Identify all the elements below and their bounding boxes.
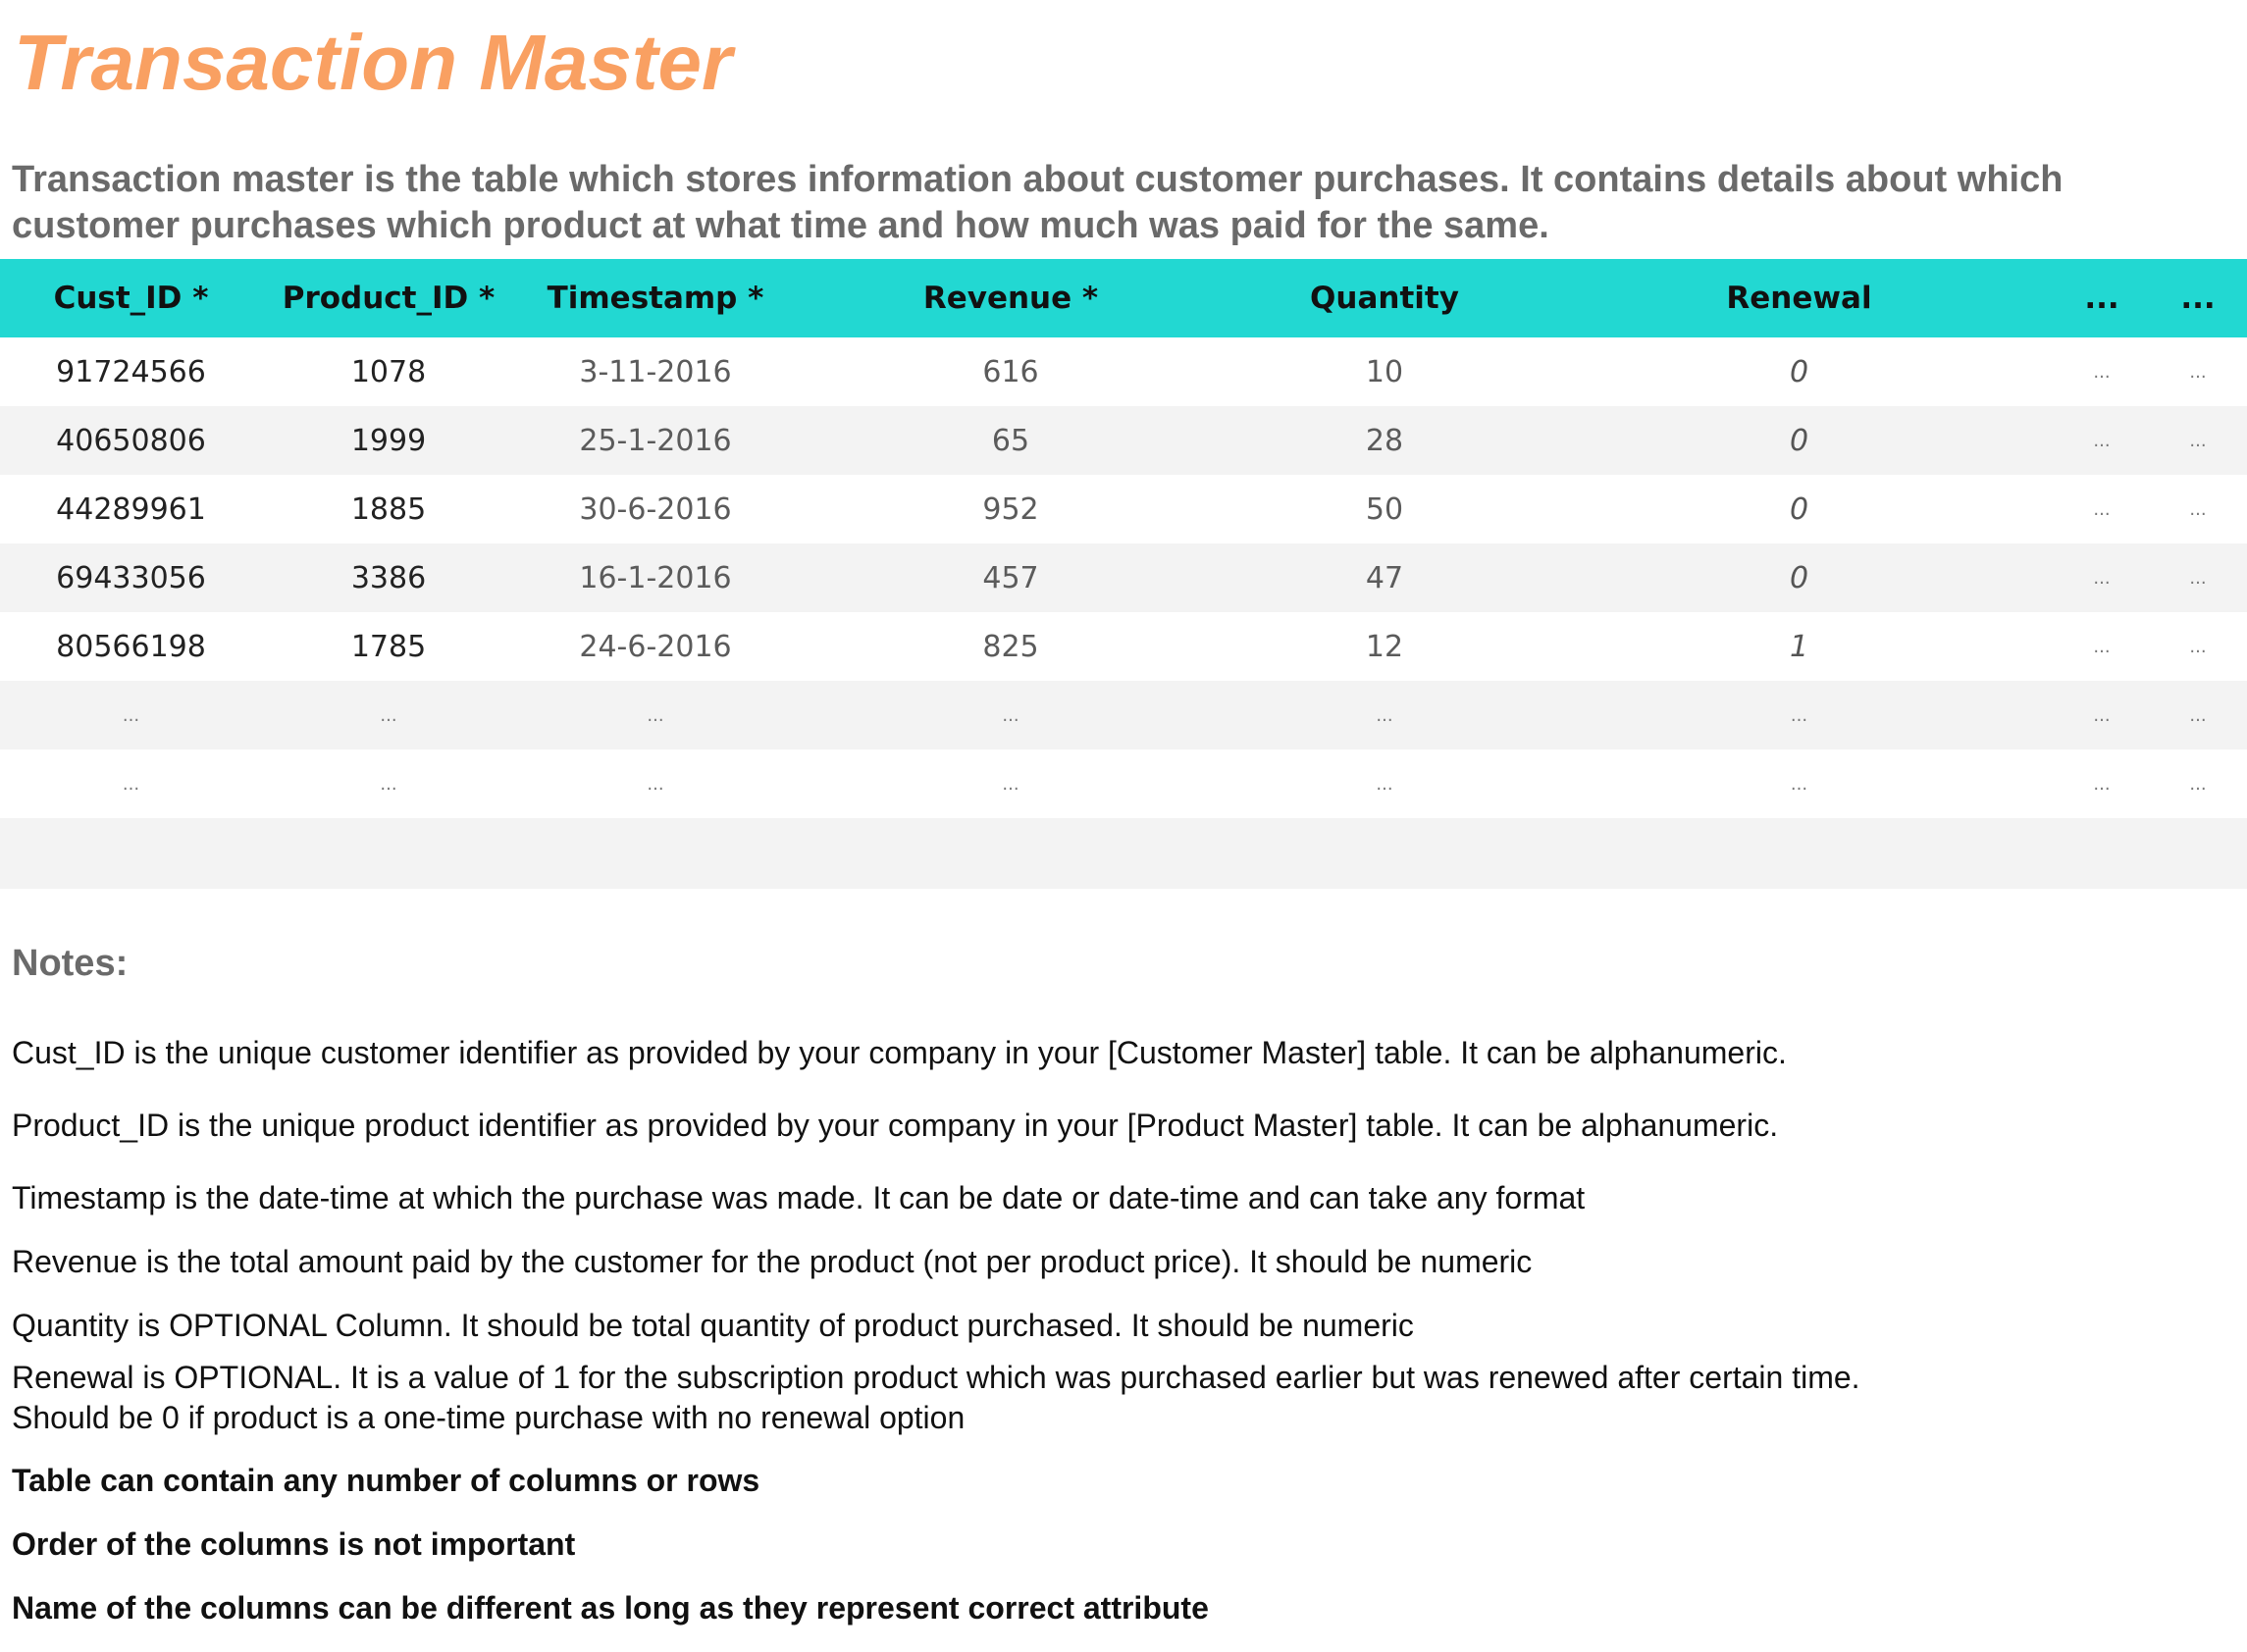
- cell-revenue: 825: [796, 612, 1226, 681]
- table-row: 80566198 1785 24-6-2016 825 12 1 ... ...: [0, 612, 2247, 681]
- cell-timestamp: 25-1-2016: [515, 406, 796, 475]
- cell-revenue: 952: [796, 475, 1226, 543]
- cell-ellipsis: ...: [262, 749, 515, 818]
- table-row: 40650806 1999 25-1-2016 65 28 0 ... ...: [0, 406, 2247, 475]
- cell-more-2: ...: [2149, 337, 2247, 406]
- cell-ellipsis: ...: [1226, 749, 1543, 818]
- column-header-renewal: Renewal: [1543, 259, 2055, 337]
- table-row: 44289961 1885 30-6-2016 952 50 0 ... ...: [0, 475, 2247, 543]
- cell-cust-id: 80566198: [0, 612, 262, 681]
- cell-renewal: 0: [1543, 406, 2055, 475]
- cell-product-id: 1078: [262, 337, 515, 406]
- cell-more-1: ...: [2055, 612, 2149, 681]
- table-row: 91724566 1078 3-11-2016 616 10 0 ... ...: [0, 337, 2247, 406]
- cell-ellipsis: ...: [262, 681, 515, 749]
- column-header-cust-id: Cust_ID *: [0, 259, 262, 337]
- note-any-columns: Table can contain any number of columns …: [12, 1463, 760, 1498]
- cell-renewal: 0: [1543, 543, 2055, 612]
- cell-renewal: 0: [1543, 475, 2055, 543]
- table-header-row: Cust_ID * Product_ID * Timestamp * Reven…: [0, 259, 2247, 337]
- page-title: Transaction Master: [14, 19, 733, 106]
- column-header-quantity: Quantity: [1226, 259, 1543, 337]
- cell-quantity: 47: [1226, 543, 1543, 612]
- cell-cust-id: 91724566: [0, 337, 262, 406]
- cell-ellipsis: ...: [2149, 749, 2247, 818]
- cell-ellipsis: ...: [0, 681, 262, 749]
- cell-ellipsis: ...: [2055, 681, 2149, 749]
- cell-ellipsis: ...: [1543, 681, 2055, 749]
- note-renewal: Renewal is OPTIONAL. It is a value of 1 …: [12, 1360, 1860, 1395]
- note-renewal-continued: Should be 0 if product is a one-time pur…: [12, 1400, 966, 1435]
- cell-more-2: ...: [2149, 406, 2247, 475]
- cell-ellipsis: ...: [796, 749, 1226, 818]
- column-header-more-2: ...: [2149, 259, 2247, 337]
- cell-timestamp: 24-6-2016: [515, 612, 796, 681]
- cell-timestamp: 16-1-2016: [515, 543, 796, 612]
- cell-product-id: 3386: [262, 543, 515, 612]
- cell-more-1: ...: [2055, 475, 2149, 543]
- cell-ellipsis: ...: [2055, 749, 2149, 818]
- table-row: ... ... ... ... ... ... ... ...: [0, 681, 2247, 749]
- cell-ellipsis: ...: [2149, 681, 2247, 749]
- column-header-more-1: ...: [2055, 259, 2149, 337]
- cell-cust-id: 69433056: [0, 543, 262, 612]
- note-revenue: Revenue is the total amount paid by the …: [12, 1244, 1533, 1279]
- cell-revenue: 65: [796, 406, 1226, 475]
- page-intro: Transaction master is the table which st…: [12, 159, 2064, 246]
- table-empty-row: [0, 818, 2247, 889]
- cell-product-id: 1885: [262, 475, 515, 543]
- cell-product-id: 1999: [262, 406, 515, 475]
- cell-ellipsis: ...: [515, 681, 796, 749]
- cell-renewal: 1: [1543, 612, 2055, 681]
- table-row: 69433056 3386 16-1-2016 457 47 0 ... ...: [0, 543, 2247, 612]
- cell-more-2: ...: [2149, 475, 2247, 543]
- notes-heading: Notes:: [12, 943, 129, 984]
- column-header-revenue: Revenue *: [796, 259, 1226, 337]
- note-timestamp: Timestamp is the date-time at which the …: [12, 1180, 1586, 1215]
- cell-renewal: 0: [1543, 337, 2055, 406]
- column-header-timestamp: Timestamp *: [515, 259, 796, 337]
- cell-timestamp: 30-6-2016: [515, 475, 796, 543]
- cell-product-id: 1785: [262, 612, 515, 681]
- cell-quantity: 50: [1226, 475, 1543, 543]
- column-header-product-id: Product_ID *: [262, 259, 515, 337]
- note-quantity: Quantity is OPTIONAL Column. It should b…: [12, 1308, 1414, 1343]
- cell-timestamp: 3-11-2016: [515, 337, 796, 406]
- cell-revenue: 616: [796, 337, 1226, 406]
- cell-more-1: ...: [2055, 406, 2149, 475]
- cell-ellipsis: ...: [1226, 681, 1543, 749]
- note-product-id: Product_ID is the unique product identif…: [12, 1108, 1779, 1143]
- cell-ellipsis: ...: [515, 749, 796, 818]
- note-cust-id: Cust_ID is the unique customer identifie…: [12, 1035, 1787, 1070]
- cell-more-2: ...: [2149, 612, 2247, 681]
- cell-more-2: ...: [2149, 543, 2247, 612]
- transaction-table: Cust_ID * Product_ID * Timestamp * Reven…: [0, 259, 2247, 818]
- transaction-table-wrap: Cust_ID * Product_ID * Timestamp * Reven…: [0, 259, 2247, 818]
- cell-revenue: 457: [796, 543, 1226, 612]
- note-column-order: Order of the columns is not important: [12, 1526, 576, 1562]
- cell-cust-id: 44289961: [0, 475, 262, 543]
- cell-quantity: 28: [1226, 406, 1543, 475]
- cell-quantity: 10: [1226, 337, 1543, 406]
- cell-more-1: ...: [2055, 337, 2149, 406]
- cell-ellipsis: ...: [796, 681, 1226, 749]
- note-column-names: Name of the columns can be different as …: [12, 1590, 1209, 1626]
- cell-cust-id: 40650806: [0, 406, 262, 475]
- table-row: ... ... ... ... ... ... ... ...: [0, 749, 2247, 818]
- cell-quantity: 12: [1226, 612, 1543, 681]
- cell-ellipsis: ...: [0, 749, 262, 818]
- cell-more-1: ...: [2055, 543, 2149, 612]
- cell-ellipsis: ...: [1543, 749, 2055, 818]
